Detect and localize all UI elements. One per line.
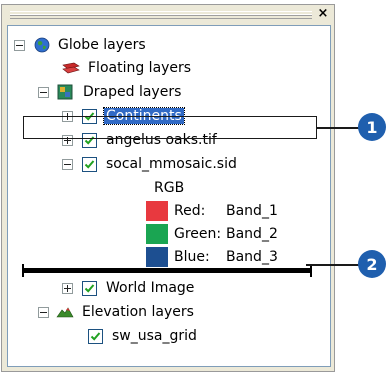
band-row-blue: Blue: Band_3: [146, 246, 278, 268]
draped-layers-icon: [56, 84, 74, 100]
band-swatch-green[interactable]: [146, 224, 168, 244]
tree-row-sw-usa-grid[interactable]: sw_usa_grid: [88, 325, 199, 347]
drop-indicator-left-cap: [22, 264, 24, 277]
band-swatch-red[interactable]: [146, 201, 168, 221]
tree-row-globe-layers[interactable]: Globe layers: [14, 34, 148, 56]
tree-row-socal-mmosaic[interactable]: socal_mmosaic.sid: [62, 153, 239, 175]
band-value: Band_2: [226, 226, 278, 242]
callout-1-badge: 1: [358, 113, 386, 141]
band-channel: Green:: [174, 226, 222, 242]
globe-icon: [33, 37, 51, 53]
band-channel: Red:: [174, 203, 206, 219]
tree-row-draped-layers[interactable]: Draped layers: [38, 81, 183, 103]
band-channel: Blue:: [174, 249, 210, 265]
tree-item-label: sw_usa_grid: [112, 328, 197, 344]
collapse-toggle[interactable]: [38, 86, 49, 98]
visibility-checkbox[interactable]: [82, 156, 97, 172]
tree-item-label: Draped layers: [83, 84, 182, 100]
callout-2-leader-line: [306, 264, 362, 266]
band-value: Band_3: [226, 249, 278, 265]
band-row-red: Red: Band_1: [146, 200, 278, 222]
tree-item-label: Elevation layers: [82, 304, 194, 320]
layer-tree-panel: Globe layers Floating layers Draped laye…: [7, 25, 331, 367]
rgb-heading: RGB: [154, 177, 184, 199]
visibility-checkbox[interactable]: [82, 280, 97, 296]
tree-row-elevation-layers[interactable]: Elevation layers: [38, 301, 196, 323]
collapse-toggle[interactable]: [38, 306, 49, 318]
close-button[interactable]: ×: [315, 6, 331, 21]
table-of-contents-window: × Globe layers Floating layers Draped la…: [1, 4, 335, 372]
visibility-checkbox[interactable]: [88, 328, 103, 344]
tree-item-label: Globe layers: [58, 37, 146, 53]
titlebar-grip[interactable]: [10, 11, 312, 19]
tree-item-label: World Image: [106, 280, 195, 296]
callout-2-badge: 2: [358, 250, 386, 278]
tree-item-label: Floating layers: [88, 60, 192, 76]
window-titlebar[interactable]: ×: [2, 5, 334, 23]
floating-layers-icon: [62, 60, 80, 76]
tree-row-world-image[interactable]: World Image: [62, 277, 196, 299]
tree-row-floating-layers[interactable]: Floating layers: [62, 57, 193, 79]
elevation-layers-icon: [56, 304, 74, 320]
expand-toggle[interactable]: [62, 282, 73, 294]
rgb-heading-label: RGB: [154, 180, 185, 196]
band-row-green: Green: Band_2: [146, 223, 278, 245]
band-swatch-blue[interactable]: [146, 247, 168, 267]
collapse-toggle[interactable]: [62, 158, 73, 170]
callout-1-leader-line: [316, 127, 362, 129]
callout-1-highlight-box: [23, 116, 317, 139]
collapse-toggle[interactable]: [14, 39, 25, 51]
band-value: Band_1: [226, 203, 278, 219]
drop-position-indicator: [22, 268, 312, 273]
tree-item-label: socal_mmosaic.sid: [106, 156, 237, 172]
